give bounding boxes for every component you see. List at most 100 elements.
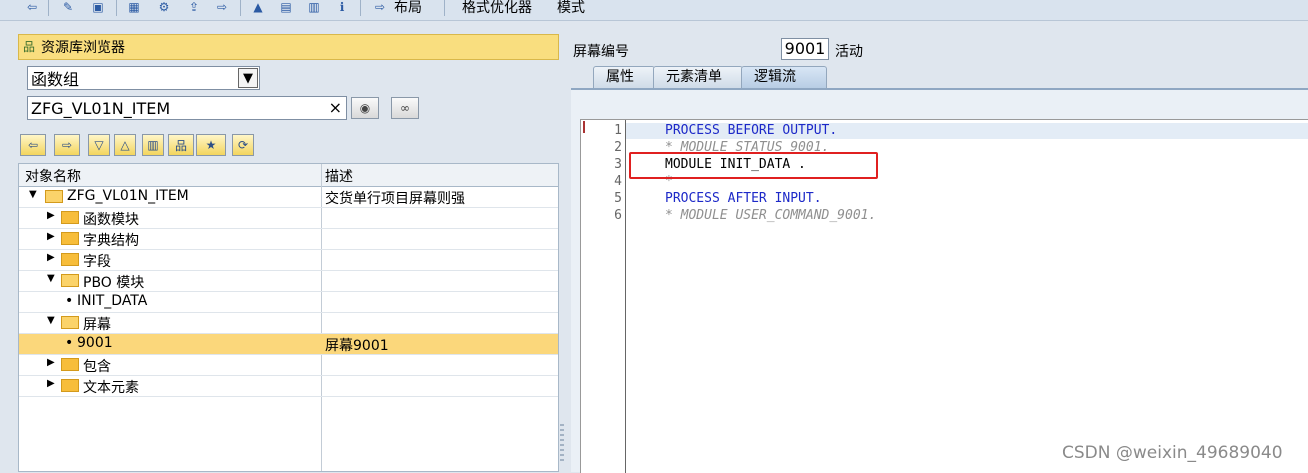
check-icon[interactable]: ✎ bbox=[60, 0, 76, 14]
repository-browser-pane: 品 资源库浏览器 函数组 ▼ ZFG_VL01N_ITEM × ◉ ∞ ⇦ ⇨ … bbox=[18, 34, 559, 472]
toolbar-separator bbox=[360, 0, 361, 16]
code-line[interactable]: PROCESS AFTER INPUT. bbox=[665, 191, 822, 206]
folder-open-icon bbox=[61, 316, 79, 329]
column-header-name[interactable]: 对象名称 bbox=[25, 166, 81, 186]
glasses-button[interactable]: ∞ bbox=[391, 97, 419, 119]
binoculars-icon: ▥ bbox=[147, 138, 159, 152]
screen-number-label: 屏幕编号 bbox=[573, 44, 629, 60]
line-number: 6 bbox=[614, 208, 622, 223]
expanded-icon[interactable]: ▼ bbox=[47, 273, 55, 284]
collapsed-icon[interactable]: ▶ bbox=[47, 210, 55, 221]
tab-flow-logic[interactable]: 逻辑流 bbox=[741, 66, 827, 88]
print-icon[interactable]: ▤ bbox=[278, 0, 294, 14]
object-type-value: 函数组 bbox=[31, 70, 80, 89]
layout-icon[interactable]: ⇨ bbox=[372, 0, 388, 14]
tree-row-selected[interactable]: • 9001 屏幕9001 bbox=[19, 334, 558, 355]
splitter-grip[interactable] bbox=[560, 424, 564, 464]
folder-icon bbox=[61, 358, 79, 371]
collapsed-icon[interactable]: ▶ bbox=[47, 378, 55, 389]
arrow-left-icon: ⇦ bbox=[27, 138, 39, 152]
tree-node-desc: 屏幕9001 bbox=[325, 338, 389, 354]
tree-row[interactable]: ▼ 屏幕 bbox=[19, 313, 558, 334]
repository-browser-title: 资源库浏览器 bbox=[41, 40, 125, 56]
toolbar-separator bbox=[48, 0, 49, 16]
display-object-icon[interactable]: ⇨ bbox=[214, 0, 230, 14]
toolbar-separator bbox=[116, 0, 117, 16]
tree-node-desc: 交货单行项目屏幕则强 bbox=[325, 191, 465, 207]
find-button[interactable]: ▥ bbox=[142, 134, 164, 156]
clear-icon[interactable]: × bbox=[329, 98, 342, 117]
hierarchy-icon[interactable]: ▲ bbox=[250, 0, 266, 14]
tree-row[interactable]: ▶ 包含 bbox=[19, 355, 558, 376]
tree-row[interactable]: • INIT_DATA bbox=[19, 292, 558, 313]
tree-node-label: 函数模块 bbox=[83, 212, 139, 228]
screen-status: 活动 bbox=[835, 44, 863, 60]
tab-attributes[interactable]: 属性 bbox=[593, 66, 655, 88]
activate-icon[interactable]: ▣ bbox=[90, 0, 106, 14]
refresh-button[interactable]: ⟳ bbox=[232, 134, 254, 156]
collapsed-icon[interactable]: ▶ bbox=[47, 231, 55, 242]
folder-icon bbox=[61, 211, 79, 224]
info-icon[interactable]: ℹ bbox=[334, 0, 350, 14]
pane-splitter[interactable] bbox=[559, 34, 569, 472]
favorites-button[interactable]: ★ bbox=[196, 134, 226, 156]
tree-node-label: 文本元素 bbox=[83, 380, 139, 396]
watermark: CSDN @weixin_49689040 bbox=[1062, 443, 1283, 463]
display-icon: ◉ bbox=[359, 101, 371, 115]
document-icon[interactable]: ▥ bbox=[306, 0, 322, 14]
collapse-button[interactable]: △ bbox=[114, 134, 136, 156]
expand-button[interactable]: ▽ bbox=[88, 134, 110, 156]
tab-element-list[interactable]: 元素清单 bbox=[653, 66, 743, 88]
tree-node-label: INIT_DATA bbox=[77, 293, 148, 309]
expanded-icon[interactable]: ▼ bbox=[47, 315, 55, 326]
collapsed-icon[interactable]: ▶ bbox=[47, 252, 55, 263]
back-icon[interactable]: ⇦ bbox=[24, 0, 40, 14]
refresh-icon: ⟳ bbox=[237, 138, 249, 152]
expanded-icon[interactable]: ▼ bbox=[29, 189, 37, 200]
chevron-down-icon[interactable]: ▼ bbox=[238, 68, 258, 88]
tree-header: 对象名称 描述 bbox=[19, 164, 558, 187]
code-line[interactable]: PROCESS BEFORE OUTPUT. bbox=[665, 123, 837, 138]
pretty-printer-button[interactable]: 格式优化器 bbox=[462, 0, 532, 17]
tree-node-label: 包含 bbox=[83, 359, 111, 375]
tree-row[interactable]: ▶ 函数模块 bbox=[19, 208, 558, 229]
screen-number-field[interactable]: 9001 bbox=[781, 38, 829, 60]
previous-object-button[interactable]: ⇦ bbox=[20, 134, 46, 156]
star-icon: ★ bbox=[205, 138, 217, 152]
tree-row[interactable]: ▶ 字典结构 bbox=[19, 229, 558, 250]
repository-browser-header: 品 资源库浏览器 bbox=[18, 34, 559, 60]
code-line[interactable]: * MODULE USER_COMMAND_9001. bbox=[665, 208, 876, 223]
next-object-button[interactable]: ⇨ bbox=[54, 134, 80, 156]
tree-row[interactable]: ▶ 字段 bbox=[19, 250, 558, 271]
line-number: 3 bbox=[614, 157, 622, 172]
folder-icon bbox=[61, 232, 79, 245]
collapsed-icon[interactable]: ▶ bbox=[47, 357, 55, 368]
arrow-right-icon: ⇨ bbox=[61, 138, 73, 152]
line-number-gutter: 1 2 3 4 5 6 bbox=[581, 120, 626, 473]
tree-row[interactable]: ▼ PBO 模块 bbox=[19, 271, 558, 292]
navigate-icon[interactable]: ⇪ bbox=[186, 0, 202, 14]
tree-node-label: PBO 模块 bbox=[83, 275, 145, 291]
application-toolbar: ⇦ ✎ ▣ ▦ ⚙ ⇪ ⇨ ▲ ▤ ▥ ℹ ⇨ 布局 格式优化器 模式 bbox=[0, 0, 1308, 21]
screen-editor-pane: 屏幕编号 9001 活动 属性 元素清单 逻辑流 1 2 3 4 5 6 PRO… bbox=[569, 34, 1308, 473]
object-tree: 对象名称 描述 ▼ ZFG_VL01N_ITEM 交货单行项目屏幕则强 ▶ 函数… bbox=[18, 163, 559, 472]
layout-button[interactable]: 布局 bbox=[394, 0, 422, 17]
line-number: 2 bbox=[614, 140, 622, 155]
tree-node-label: 屏幕 bbox=[83, 317, 111, 333]
where-used-icon[interactable]: ⚙ bbox=[156, 0, 172, 14]
tree-row[interactable]: ▶ 文本元素 bbox=[19, 376, 558, 397]
tree-row[interactable]: ▼ ZFG_VL01N_ITEM 交货单行项目屏幕则强 bbox=[19, 187, 558, 208]
column-header-desc[interactable]: 描述 bbox=[325, 166, 353, 186]
folder-icon bbox=[61, 253, 79, 266]
annotation-highlight-box bbox=[629, 152, 878, 179]
object-type-select[interactable]: 函数组 ▼ bbox=[27, 66, 260, 90]
mode-button[interactable]: 模式 bbox=[557, 0, 585, 17]
display-button[interactable]: ◉ bbox=[351, 97, 379, 119]
glasses-icon: ∞ bbox=[400, 101, 410, 115]
tree-node-label: 字典结构 bbox=[83, 233, 139, 249]
hierarchy-button[interactable]: 品 bbox=[168, 134, 194, 156]
object-list-icon[interactable]: ▦ bbox=[126, 0, 142, 14]
hierarchy-icon: 品 bbox=[174, 138, 187, 153]
toolbar-separator bbox=[444, 0, 445, 16]
object-name-input[interactable]: ZFG_VL01N_ITEM × bbox=[27, 96, 347, 120]
